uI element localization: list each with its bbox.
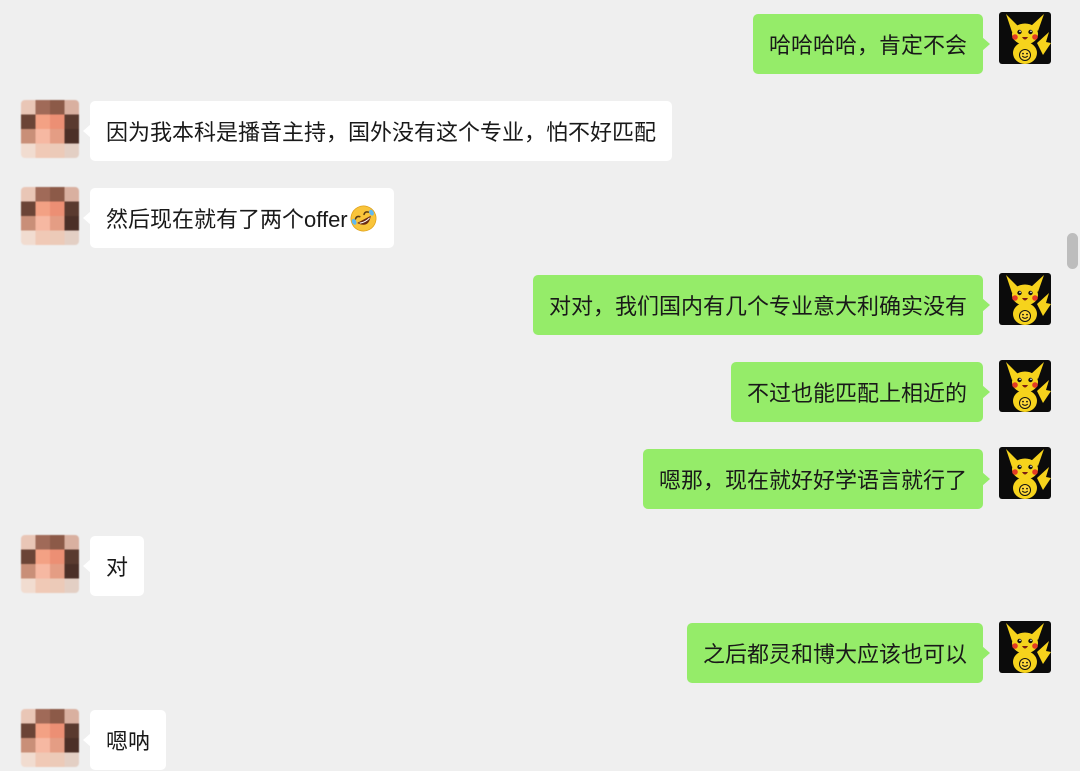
- pikachu-avatar[interactable]: [999, 621, 1051, 673]
- outgoing-message-bubble[interactable]: 哈哈哈哈，肯定不会: [752, 14, 991, 74]
- message-text: 之后都灵和博大应该也可以: [702, 642, 967, 667]
- message-row: 哈哈哈哈，肯定不会: [0, 14, 1080, 74]
- chat-message-list[interactable]: 哈哈哈哈，肯定不会 因为我本科是播音主持，国外没有这个专业，怕不好匹配 然后现在…: [0, 0, 1080, 771]
- outgoing-message-bubble[interactable]: 对对，我们国内有几个专业意大利确实没有: [532, 275, 991, 335]
- pikachu-avatar[interactable]: [999, 360, 1051, 412]
- pikachu-avatar[interactable]: [999, 12, 1051, 64]
- message-text: 哈哈哈哈，肯定不会: [768, 33, 967, 58]
- message-text: 不过也能匹配上相近的: [746, 381, 967, 406]
- incoming-message-bubble[interactable]: 因为我本科是播音主持，国外没有这个专业，怕不好匹配: [82, 101, 673, 161]
- message-text: 然后现在就有了两个offer: [106, 207, 348, 232]
- incoming-message-bubble[interactable]: 嗯呐: [82, 710, 167, 770]
- incoming-message-bubble[interactable]: 然后现在就有了两个offer: [83, 188, 394, 248]
- message-row: 不过也能匹配上相近的: [0, 362, 1080, 422]
- message-row: 嗯那，现在就好好学语言就行了: [0, 449, 1080, 509]
- rolling-on-the-floor-laughing-emoji-icon: [350, 205, 377, 231]
- pixelated-avatar[interactable]: [21, 535, 79, 593]
- outgoing-message-bubble[interactable]: 之后都灵和博大应该也可以: [686, 623, 991, 683]
- message-text: 因为我本科是播音主持，国外没有这个专业，怕不好匹配: [106, 120, 657, 145]
- message-text: 嗯呐: [106, 729, 151, 754]
- scrollbar-thumb[interactable]: [1067, 233, 1078, 269]
- message-text: 嗯那，现在就好好学语言就行了: [658, 468, 967, 493]
- message-row: 对对，我们国内有几个专业意大利确实没有: [0, 275, 1080, 335]
- pixelated-avatar[interactable]: [21, 187, 79, 245]
- outgoing-message-bubble[interactable]: 不过也能匹配上相近的: [730, 362, 991, 422]
- pikachu-avatar[interactable]: [999, 447, 1051, 499]
- incoming-message-bubble[interactable]: 对: [82, 536, 145, 596]
- message-row: 对: [0, 536, 1080, 596]
- pikachu-avatar[interactable]: [999, 273, 1051, 325]
- message-row: 之后都灵和博大应该也可以: [0, 623, 1080, 683]
- message-text: 对: [106, 555, 129, 580]
- message-row: 因为我本科是播音主持，国外没有这个专业，怕不好匹配: [0, 101, 1080, 161]
- pixelated-avatar[interactable]: [21, 100, 79, 158]
- pixelated-avatar[interactable]: [21, 709, 79, 767]
- message-text: 对对，我们国内有几个专业意大利确实没有: [548, 294, 967, 319]
- outgoing-message-bubble[interactable]: 嗯那，现在就好好学语言就行了: [642, 449, 991, 509]
- message-row: 然后现在就有了两个offer: [0, 188, 1080, 248]
- message-row: 嗯呐: [0, 710, 1080, 770]
